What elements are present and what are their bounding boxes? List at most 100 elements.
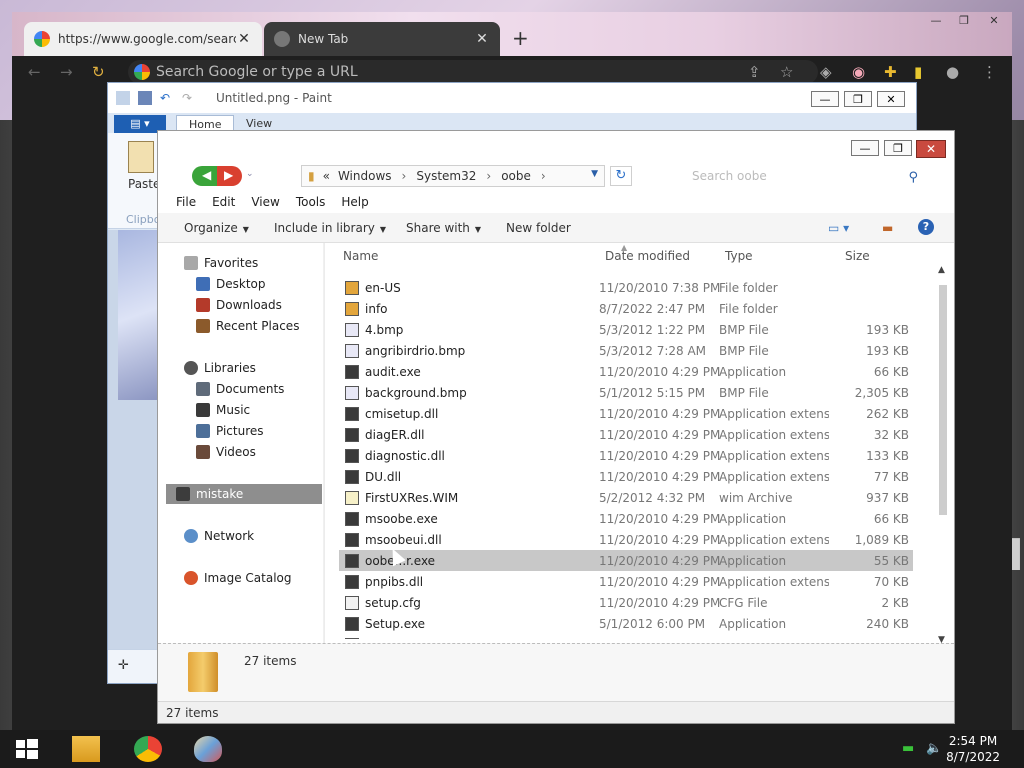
paint-close-button[interactable]: ✕ [877,91,905,107]
column-name[interactable]: Name [343,249,378,263]
nav-libraries[interactable]: Libraries [184,358,256,378]
breadcrumb-oobe[interactable]: oobe [501,169,531,183]
explorer-close-button[interactable]: ✕ [916,140,946,158]
vertical-scrollbar[interactable]: ▲ ▼ [938,265,948,645]
nav-documents[interactable]: Documents [196,379,284,399]
chrome-minimize-button[interactable]: — [924,12,948,28]
table-row[interactable]: oobe...r.exe 11/20/2010 4:29 PM Applicatio… [339,550,913,571]
nav-pictures[interactable]: Pictures [196,421,264,441]
back-arrow-icon[interactable]: ◀ [202,168,211,182]
table-row[interactable]: Setup.exe 5/1/2012 6:00 PM Application 240 … [339,613,913,634]
organize-button[interactable]: Organize ▼ [184,221,249,235]
menu-view[interactable]: View [251,195,279,209]
chrome-close-button[interactable]: ✕ [982,12,1006,28]
forward-arrow-icon[interactable]: ▶ [224,168,233,182]
windows-start-icon[interactable] [14,736,42,762]
undo-icon[interactable]: ↶ [160,91,174,105]
battery-icon[interactable]: ▬ [902,741,914,756]
extension-flag-icon[interactable]: ◉ [852,63,865,81]
menu-file[interactable]: File [176,195,196,209]
table-row[interactable]: msoobeui.dll 11/20/2010 4:29 PM Applicatio… [339,529,913,550]
scroll-up-icon[interactable]: ▲ [938,265,945,275]
search-input[interactable]: Search oobe ⚲ [688,165,924,187]
close-tab-icon[interactable]: ✕ [474,31,490,47]
preview-pane-icon[interactable]: ▬ [882,221,893,235]
paint-maximize-button[interactable]: ❐ [844,91,872,107]
table-row[interactable]: setupsqm.exe11/20/2010 4:29 PMApplicatio… [339,634,913,639]
breadcrumb-windows[interactable]: Windows [338,169,392,183]
column-date-modified[interactable]: Date modified [605,249,690,263]
bookmark-star-icon[interactable]: ☆ [780,63,793,81]
table-row[interactable]: DU.dll 11/20/2010 4:29 PM Application exte… [339,466,913,487]
nav-videos[interactable]: Videos [196,442,256,462]
extensions-puzzle-icon[interactable]: ✚ [884,63,897,81]
paste-icon[interactable] [128,141,154,173]
scrollbar-thumb[interactable] [939,285,947,515]
change-view-icon[interactable]: ▭ ▾ [828,221,849,235]
nav-image-catalog[interactable]: Image Catalog [184,568,291,588]
chrome-icon[interactable] [134,736,162,762]
close-tab-icon[interactable]: ✕ [236,31,252,47]
table-row[interactable]: diagER.dll 11/20/2010 4:29 PM Application … [339,424,913,445]
forward-arrow-icon[interactable]: → [60,63,73,81]
recent-pages-icon[interactable]: ⌄ [246,169,254,179]
table-row[interactable]: cmisetup.dll 11/20/2010 4:29 PM Applicatio… [339,403,913,424]
table-row[interactable]: angribirdrio.bmp 5/3/2012 7:28 AM BMP File… [339,340,913,361]
table-row[interactable]: 4.bmp 5/3/2012 1:22 PM BMP File 193 KB [339,319,913,340]
explorer-minimize-button[interactable]: — [851,140,879,156]
explorer-maximize-button[interactable]: ❐ [884,140,912,156]
nav-network[interactable]: Network [184,526,254,546]
back-forward-buttons[interactable]: ◀ ▶ [192,166,242,186]
tab-google-search[interactable]: https://www.google.com/search? ✕ [24,22,262,56]
chrome-maximize-button[interactable]: ❐ [952,12,976,28]
share-with-button[interactable]: Share with ▼ [406,221,481,235]
refresh-button[interactable]: ↻ [610,166,632,186]
help-icon[interactable]: ? [918,219,934,235]
chrome-menu-icon[interactable]: ⋮ [982,63,997,81]
table-row[interactable]: msoobe.exe 11/20/2010 4:29 PM Application 6… [339,508,913,529]
table-row[interactable]: pnpibs.dll 11/20/2010 4:29 PM Application … [339,571,913,592]
nav-downloads[interactable]: Downloads [196,295,282,315]
column-size[interactable]: Size [845,249,870,263]
paint-minimize-button[interactable]: — [811,91,839,107]
ublock-icon[interactable]: ◈ [820,63,832,81]
breadcrumb-system32[interactable]: System32 [416,169,476,183]
back-arrow-icon[interactable]: ← [28,63,41,81]
nav-recent-places[interactable]: Recent Places [196,316,299,336]
reload-icon[interactable]: ↻ [92,63,105,81]
tab-new-tab[interactable]: New Tab ✕ [264,22,500,56]
redo-icon[interactable]: ↷ [182,91,196,105]
file-explorer-icon[interactable] [72,736,100,762]
search-icon[interactable]: ⚲ [908,167,918,189]
nav-favorites[interactable]: Favorites [184,253,258,273]
table-row[interactable]: setup.cfg 11/20/2010 4:29 PM CFG File 2 KB [339,592,913,613]
menu-edit[interactable]: Edit [212,195,235,209]
paint-canvas[interactable] [118,230,158,400]
nav-desktop[interactable]: Desktop [196,274,266,294]
table-row[interactable]: background.bmp 5/1/2012 5:15 PM BMP File 2,… [339,382,913,403]
new-tab-button[interactable]: + [512,26,529,50]
profile-avatar-icon[interactable]: ● [946,63,959,81]
table-row[interactable]: info 8/7/2022 2:47 PM File folder [339,298,913,319]
save-icon[interactable] [138,91,152,105]
table-row[interactable]: diagnostic.dll 11/20/2010 4:29 PM Applicat… [339,445,913,466]
nav-music[interactable]: Music [196,400,250,420]
table-row[interactable]: en-US 11/20/2010 7:38 PM File folder [339,277,913,298]
paint-icon[interactable] [194,736,222,762]
paste-button[interactable]: Paste [128,177,160,191]
omnibox[interactable]: Search Google or type a URL [128,60,818,84]
table-row[interactable]: FirstUXRes.WIM 5/2/2012 4:32 PM wim Archiv… [339,487,913,508]
new-folder-button[interactable]: New folder [506,221,571,235]
menu-tools[interactable]: Tools [296,195,326,209]
include-in-library-button[interactable]: Include in library ▼ [274,221,386,235]
nav-mistake[interactable]: mistake [166,484,322,504]
menu-help[interactable]: Help [341,195,368,209]
share-icon[interactable]: ⇪ [748,63,761,81]
volume-icon[interactable]: 🔈 [926,741,942,756]
table-row[interactable]: audit.exe 11/20/2010 4:29 PM Application 66… [339,361,913,382]
sidepanel-icon[interactable]: ▮ [914,63,922,81]
column-type[interactable]: Type [725,249,753,263]
address-bar[interactable]: ▮ « Windows › System32 › oobe › ▼ [301,165,605,187]
address-dropdown-icon[interactable]: ▼ [591,169,598,179]
clock[interactable]: 2:54 PM 8/7/2022 [946,733,1000,765]
